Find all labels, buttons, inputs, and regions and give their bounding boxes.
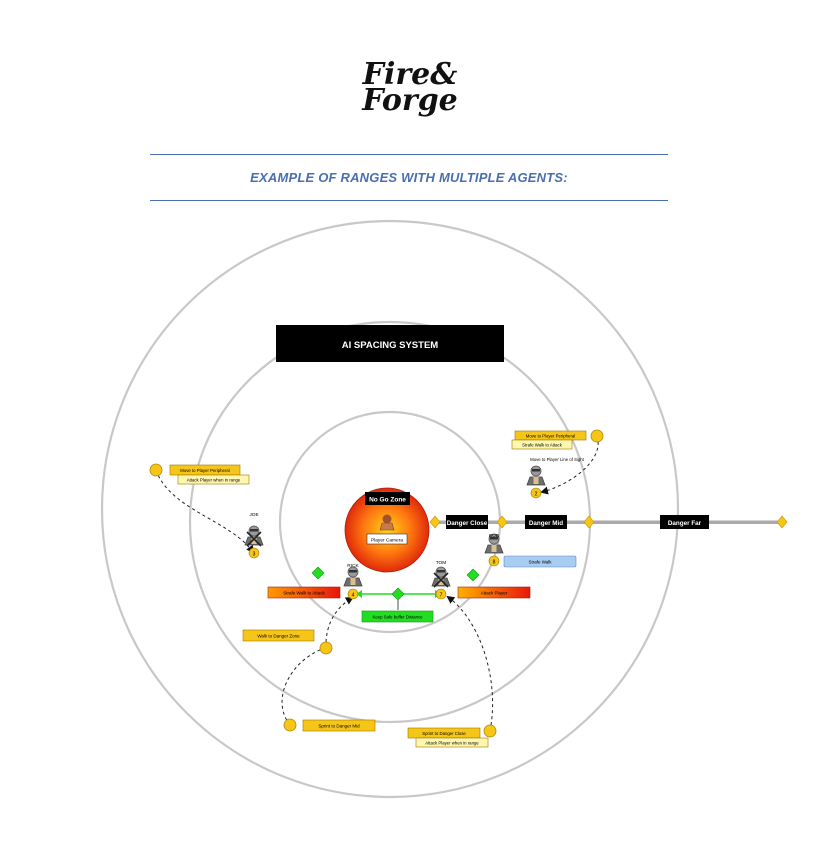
- agent-tom: [432, 567, 450, 587]
- danger-mid-label: Danger Mid: [529, 520, 563, 527]
- range-marker-far: [776, 515, 788, 529]
- joe-start-point: [149, 463, 163, 477]
- rick-label: RICK: [347, 563, 359, 569]
- diagram-title: AI SPACING SYSTEM: [342, 340, 439, 351]
- tom-label: TOM: [436, 560, 447, 566]
- joe-number: 3: [253, 552, 256, 558]
- rick-approach-path-lower: [281, 647, 326, 726]
- danger-close-label: Danger Close: [447, 520, 488, 527]
- keep-safe-buffer-label: Keep Safe buffer Distance: [372, 615, 423, 620]
- rick-start-point: [283, 718, 297, 732]
- green-diamond-right: [466, 568, 480, 582]
- green-diamond-left: [311, 566, 325, 580]
- range-marker-close: [496, 515, 508, 529]
- bob-label: BOB: [489, 533, 499, 539]
- far-agent-number: 2: [535, 492, 538, 498]
- tom-number: 7: [440, 593, 443, 599]
- no-go-zone-label: No Go Zone: [369, 497, 406, 504]
- agent-far: [526, 465, 546, 486]
- strafe-walk-attack-label: Strafe Walk to Attack: [283, 591, 325, 596]
- move-peripheral-left-label: Move to Player Peripheral: [180, 468, 229, 473]
- tom-start-point: [483, 724, 497, 738]
- range-marker-mid: [583, 515, 595, 529]
- range-marker-start: [429, 515, 441, 529]
- agent-rick: [343, 566, 363, 587]
- walk-danger-zone-label: Walk to Danger Zone: [257, 634, 300, 639]
- player-camera-label: Player Camera: [371, 538, 403, 544]
- strafe-walk-label: Strafe Walk: [528, 560, 552, 565]
- attack-in-range-bottom-label: Attack Player when in range: [425, 741, 479, 746]
- ai-spacing-diagram: AI SPACING SYSTEM No Go Zone Player Came…: [100, 219, 788, 799]
- rick-waypoint: [319, 641, 333, 655]
- danger-far-label: Danger Far: [668, 520, 702, 527]
- sprint-danger-mid-label: Sprint to Danger Mid: [318, 724, 360, 729]
- attack-player-label: Attack Player: [481, 591, 508, 596]
- sprint-danger-close-label: Sprint to Danger Close: [422, 731, 466, 736]
- attack-in-range-left-label: Attack Player when in range: [187, 478, 241, 483]
- agent-joe: [245, 526, 263, 546]
- bob-number: 8: [493, 560, 496, 566]
- far-agent-start-point: [590, 429, 604, 443]
- safe-buffer-center-diamond: [391, 587, 405, 601]
- rick-number: 4: [352, 593, 355, 599]
- move-line-of-sight-label: Move to Player Line of Sight: [530, 457, 585, 462]
- joe-label: JOE: [249, 512, 258, 518]
- move-peripheral-right-label: Move to Player Peripheral: [526, 434, 575, 439]
- strafe-attack-right-label: Strafe Walk to Attack: [522, 443, 563, 448]
